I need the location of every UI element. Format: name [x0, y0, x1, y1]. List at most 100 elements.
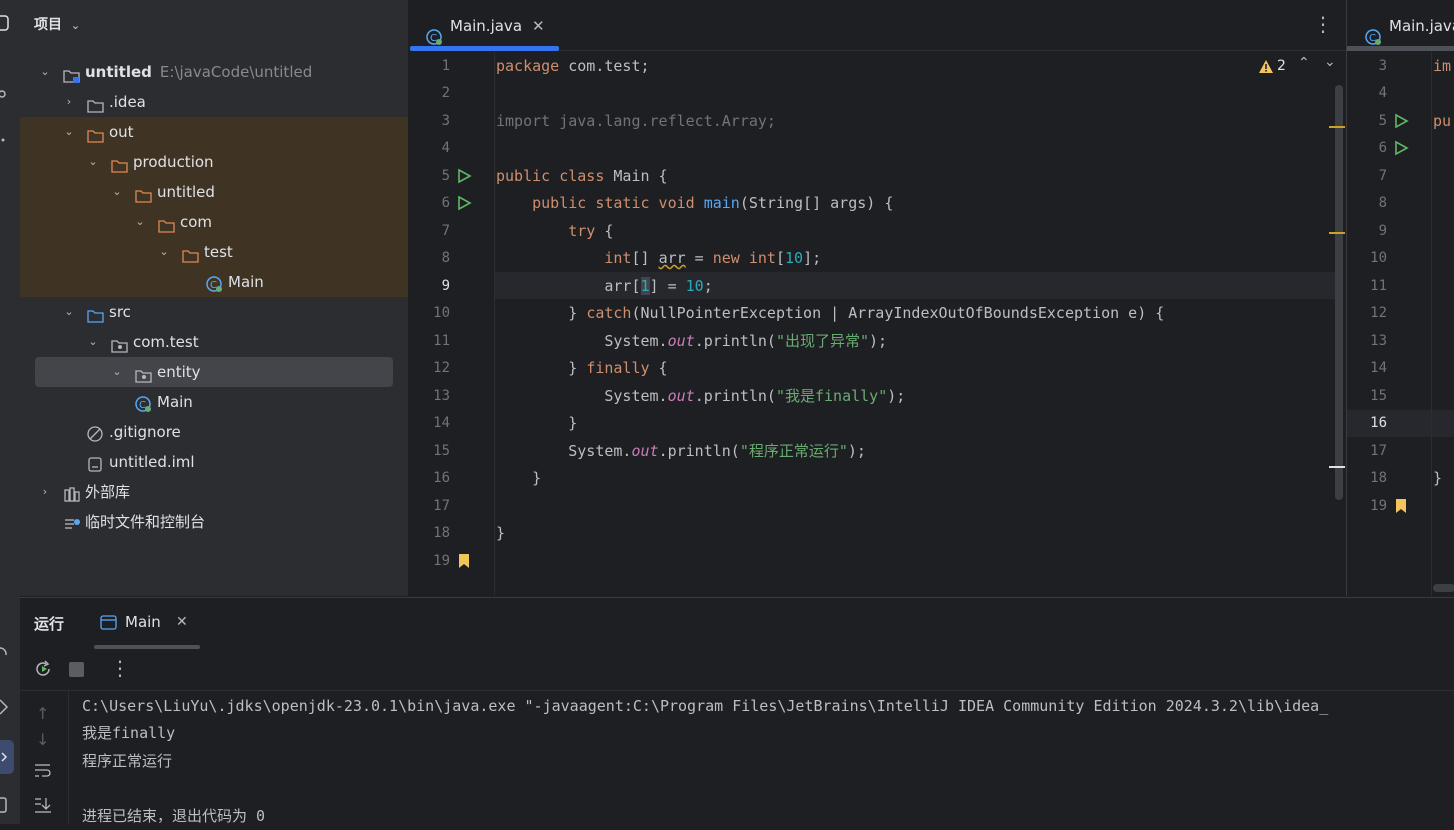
code-line[interactable]: try { — [496, 218, 613, 245]
editor-tab-bar: C Main.java ✕ ⋮ — [410, 0, 1346, 51]
line-number: 10 — [433, 305, 450, 321]
project-panel-header[interactable]: 项目 ⌄ — [34, 14, 80, 34]
warning-marker[interactable] — [1329, 126, 1345, 128]
tree-item-gitignore[interactable]: .gitignore — [20, 417, 408, 447]
ignore-file-icon — [87, 424, 103, 442]
run-gutter-icon[interactable] — [456, 168, 472, 184]
run-tab-main[interactable]: Main ✕ — [94, 598, 200, 649]
code-line[interactable]: } — [496, 465, 541, 492]
code-line[interactable]: System.out.println("程序正常运行"); — [496, 438, 866, 465]
editor-tab-bar-split: C Main.java — [1347, 0, 1454, 51]
run-tab-label: Main — [125, 613, 161, 631]
line-number: 18 — [433, 525, 450, 541]
tree-item-test[interactable]: ⌄ test — [20, 237, 408, 267]
chevron-down-icon[interactable]: ⌄ — [111, 177, 123, 207]
iml-file-icon — [87, 454, 103, 472]
code-line[interactable]: package com.test; — [496, 53, 650, 80]
project-panel-title: 项目 — [34, 17, 62, 33]
svg-text:C: C — [1369, 33, 1376, 44]
chevron-down-icon[interactable]: ⌄ — [111, 357, 123, 387]
svg-text:C: C — [139, 400, 146, 411]
tree-item-label: production — [133, 153, 214, 171]
java-class-icon: C — [206, 274, 222, 292]
code-line[interactable]: public static void main(String[] args) { — [496, 190, 893, 217]
chevron-down-icon[interactable]: ⌄ — [63, 297, 75, 327]
arrow-down-icon[interactable]: ↓ — [36, 730, 49, 749]
line-number: 18 — [1370, 470, 1387, 486]
bookmark-icon[interactable] — [1393, 498, 1409, 514]
tree-item-main-class-output[interactable]: C Main — [20, 267, 408, 297]
tree-item-out[interactable]: ⌄ out — [20, 117, 408, 147]
tree-item-external-libraries[interactable]: › 外部库 — [20, 477, 408, 507]
terminal-tool-icon[interactable] — [0, 796, 14, 813]
caret-marker — [1329, 466, 1345, 468]
run-tool-icon[interactable] — [0, 740, 14, 774]
tree-item-project-root[interactable]: ⌄ untitled E:\javaCode\untitled — [20, 57, 408, 87]
run-toolbar: ⋮ — [20, 648, 1454, 691]
warning-marker[interactable] — [1329, 232, 1345, 234]
chevron-right-icon[interactable]: › — [63, 87, 75, 117]
chevron-down-icon[interactable]: ⌄ — [71, 19, 80, 32]
code-line[interactable]: } finally { — [496, 355, 667, 382]
chevron-down-icon[interactable]: ⌄ — [39, 57, 51, 87]
line-number: 12 — [433, 360, 450, 376]
code-line[interactable]: public class Main { — [496, 163, 668, 190]
code-line-current[interactable]: arr[1] = 10; — [496, 273, 713, 300]
run-gutter-icon[interactable] — [1393, 113, 1409, 129]
horizontal-scrollbar[interactable] — [1433, 584, 1454, 592]
close-icon[interactable]: ✕ — [176, 614, 188, 630]
tree-item-entity[interactable]: ⌄ entity — [35, 357, 393, 387]
code-fragment: } — [1433, 469, 1443, 487]
tree-item-production[interactable]: ⌄ production — [20, 147, 408, 177]
chevron-right-icon[interactable]: › — [39, 477, 51, 507]
run-gutter-icon[interactable] — [1393, 140, 1409, 156]
tree-item-scratches[interactable]: 临时文件和控制台 — [20, 507, 408, 537]
line-number: 15 — [1370, 388, 1387, 404]
tree-item-com-test[interactable]: ⌄ com.test — [20, 327, 408, 357]
project-tool-icon[interactable] — [0, 14, 14, 31]
code-line[interactable]: int[] arr = new int[10]; — [496, 245, 821, 272]
more-options-icon[interactable]: ⋮ — [110, 656, 130, 680]
soft-wrap-icon[interactable] — [34, 762, 52, 782]
line-number: 14 — [1370, 360, 1387, 376]
tab-main-java[interactable]: C Main.java ✕ — [410, 0, 559, 52]
build-tool-icon[interactable] — [0, 698, 14, 715]
bookmark-icon[interactable] — [456, 553, 472, 569]
chevron-down-icon[interactable]: ⌄ — [87, 147, 99, 177]
chevron-down-icon[interactable]: ⌄ — [134, 207, 146, 237]
chevron-down-icon[interactable]: ⌄ — [158, 237, 170, 267]
tree-item-untitled-output[interactable]: ⌄ untitled — [20, 177, 408, 207]
line-number: 12 — [1370, 305, 1387, 321]
tree-item-iml[interactable]: untitled.iml — [20, 447, 408, 477]
tab-label: Main.java — [450, 17, 523, 35]
code-line[interactable]: } catch(NullPointerException | ArrayInde… — [496, 300, 1164, 327]
run-gutter-icon[interactable] — [456, 195, 472, 211]
console-output-line: C:\Users\LiuYu\.jdks\openjdk-23.0.1\bin\… — [82, 697, 1329, 715]
more-options-icon[interactable]: ⋮ — [1313, 12, 1333, 36]
code-line[interactable]: } — [496, 410, 577, 437]
editor-scrollbar[interactable] — [1335, 85, 1343, 500]
rerun-icon[interactable] — [35, 660, 53, 682]
tree-item-com[interactable]: ⌄ com — [20, 207, 408, 237]
tree-item-src[interactable]: ⌄ src — [20, 297, 408, 327]
commit-tool-icon[interactable] — [0, 84, 14, 98]
stop-icon[interactable] — [69, 662, 84, 677]
line-number: 8 — [1378, 195, 1387, 211]
next-highlight-icon[interactable]: ⌄ — [1324, 54, 1336, 70]
code-line[interactable]: } — [496, 520, 505, 547]
previous-highlight-icon[interactable]: ⌃ — [1298, 55, 1310, 71]
code-line[interactable]: System.out.println("我是finally"); — [496, 383, 905, 410]
chevron-down-icon[interactable]: ⌄ — [63, 117, 75, 147]
tree-item-label: com — [180, 213, 213, 231]
code-line[interactable]: System.out.println("出现了异常"); — [496, 328, 887, 355]
services-tool-icon[interactable] — [0, 645, 14, 659]
close-icon[interactable]: ✕ — [532, 0, 545, 52]
tree-item-main-class[interactable]: C Main — [20, 387, 408, 417]
structure-tool-icon[interactable] — [0, 130, 14, 144]
code-line[interactable]: import java.lang.reflect.Array; — [496, 108, 776, 135]
scroll-to-end-icon[interactable] — [34, 796, 52, 818]
chevron-down-icon[interactable]: ⌄ — [87, 327, 99, 357]
tree-item-idea[interactable]: › .idea — [20, 87, 408, 117]
console-side-toolbar: ↑ ↓ — [20, 690, 69, 825]
arrow-up-icon[interactable]: ↑ — [36, 704, 49, 723]
